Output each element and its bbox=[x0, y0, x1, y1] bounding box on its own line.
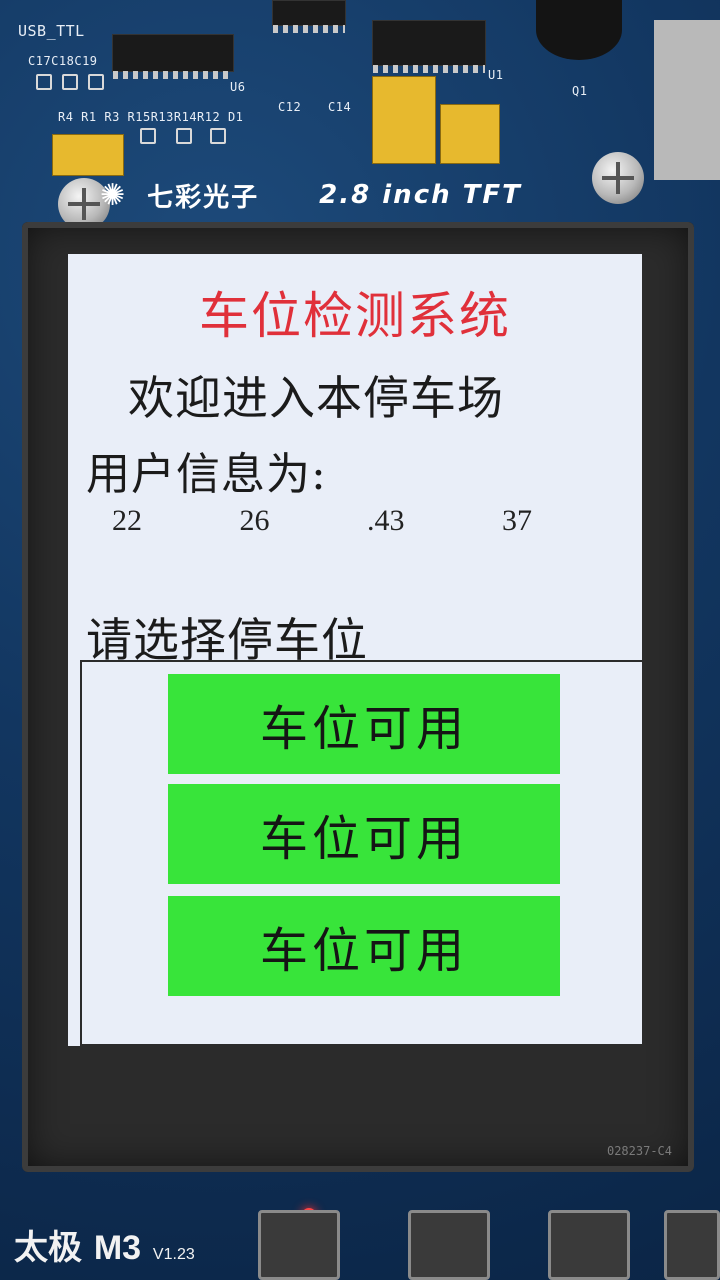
parking-slot-2-button[interactable]: 车位可用 bbox=[168, 784, 560, 884]
user-value: 22 bbox=[112, 504, 142, 537]
welcome-text: 欢迎进入本停车场 bbox=[128, 371, 504, 425]
silk-u1: U1 bbox=[488, 68, 504, 82]
bottom-brand: 太极 M3 V1.23 bbox=[14, 1220, 195, 1269]
bottom-model: M3 bbox=[93, 1229, 142, 1267]
pad bbox=[62, 74, 78, 90]
hardware-button-3[interactable] bbox=[548, 1210, 630, 1280]
pad bbox=[140, 128, 156, 144]
slot-panel: 车位可用 车位可用 车位可用 bbox=[80, 660, 642, 1046]
bottom-version: V1.23 bbox=[152, 1246, 195, 1263]
parking-slot-3-button[interactable]: 车位可用 bbox=[168, 896, 560, 996]
jumper-header bbox=[372, 76, 436, 164]
user-value: 26 bbox=[239, 504, 270, 537]
sun-logo-icon: ✺ bbox=[100, 177, 128, 213]
page-title: 车位检测系统 bbox=[199, 287, 511, 345]
pad bbox=[210, 128, 226, 144]
chip-u1 bbox=[372, 20, 486, 73]
hardware-button-4[interactable] bbox=[664, 1210, 720, 1280]
hardware-button-1[interactable] bbox=[258, 1210, 340, 1280]
jumper-header-3 bbox=[52, 134, 124, 176]
silk-c14: C14 bbox=[328, 100, 352, 114]
chip-u6 bbox=[112, 34, 234, 79]
brand-strip: ✺ 七彩光子 2.8 inch TFT bbox=[100, 172, 660, 218]
pad bbox=[36, 74, 52, 90]
bottom-brand-cn: 太极 bbox=[14, 1228, 82, 1268]
sd-card-slot bbox=[654, 20, 720, 180]
user-value: .43 bbox=[367, 504, 405, 537]
silk-usb-ttl: USB_TTL bbox=[18, 22, 85, 40]
frame-code: 028237-C4 bbox=[606, 1144, 672, 1158]
silk-c12: C12 bbox=[278, 100, 302, 114]
jumper-header-2 bbox=[440, 104, 500, 164]
pad bbox=[88, 74, 104, 90]
silk-resistors: R4 R1 R3 R15R13R14R12 D1 bbox=[58, 110, 244, 124]
pad bbox=[176, 128, 192, 144]
silk-u6: U6 bbox=[230, 80, 246, 94]
regulator-chip bbox=[272, 0, 346, 33]
user-value: 37 bbox=[502, 504, 532, 537]
brand-en: 2.8 inch TFT bbox=[319, 180, 522, 210]
buzzer bbox=[536, 0, 622, 60]
lcd-screen: 车位检测系统 欢迎进入本停车场 用户信息为: 22 26 .43 37 请选择停… bbox=[68, 254, 642, 1046]
user-info-values: 22 26 .43 37 bbox=[112, 504, 532, 538]
parking-slot-1-button[interactable]: 车位可用 bbox=[168, 674, 560, 774]
brand-cn: 七彩光子 bbox=[147, 182, 260, 213]
user-info-label: 用户信息为: bbox=[86, 449, 327, 500]
hardware-button-2[interactable] bbox=[408, 1210, 490, 1280]
silk-caps: C17C18C19 bbox=[28, 54, 98, 68]
silk-q1: Q1 bbox=[572, 84, 588, 98]
